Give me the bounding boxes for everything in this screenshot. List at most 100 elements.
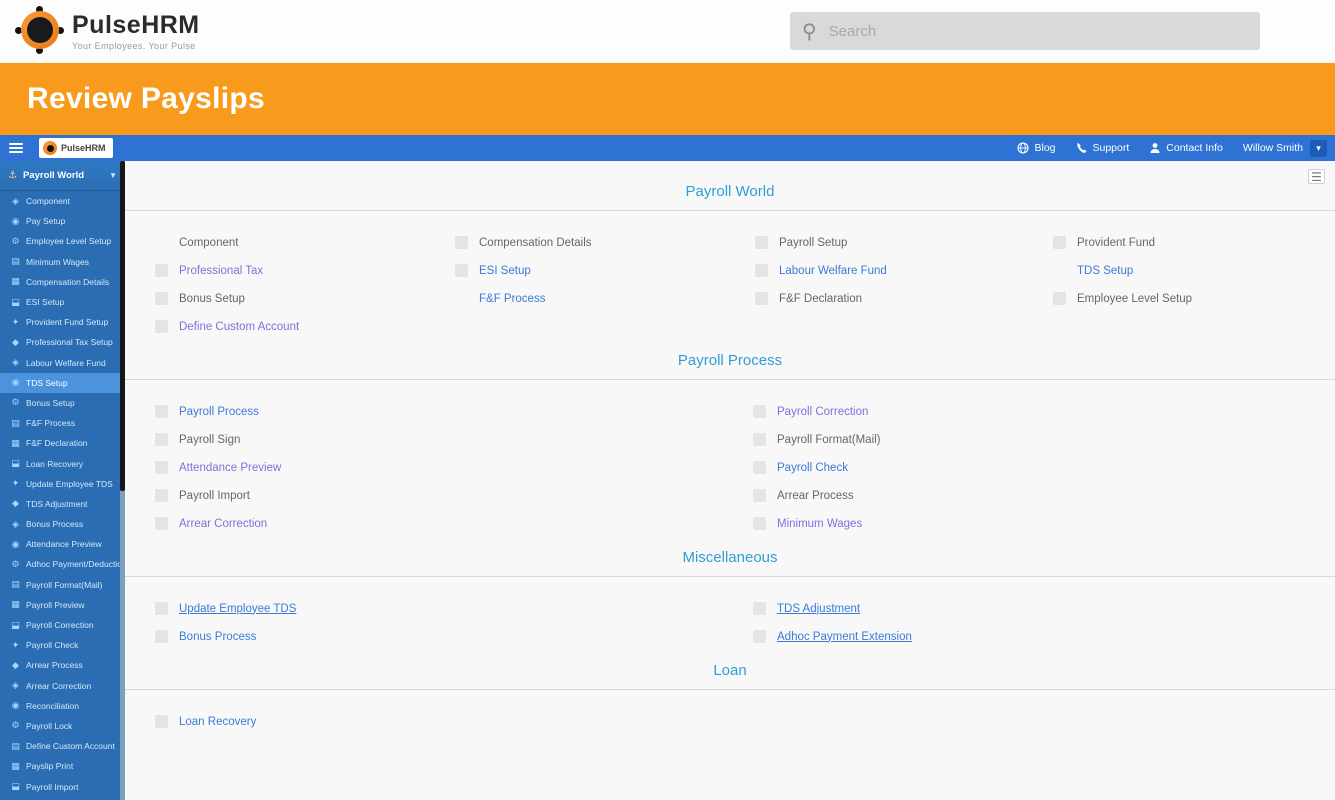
sidebar-item-label: Update Employee TDS <box>26 478 113 489</box>
file-icon <box>155 433 168 446</box>
sidebar-item-f-f-process[interactable]: ▤ F&F Process <box>0 413 125 433</box>
tds-adjustment-icon: ◆ <box>12 498 19 509</box>
sidebar-item-bonus-setup[interactable]: ⚙ Bonus Setup <box>0 393 125 413</box>
sidebar-item-bonus-process[interactable]: ◈ Bonus Process <box>0 514 125 534</box>
sidebar-item-payroll-check[interactable]: ✦ Payroll Check <box>0 635 125 655</box>
sidebar-item-payroll-import[interactable]: ⬓ Payroll Import <box>0 776 125 796</box>
sidebar-item-attendance-preview[interactable]: ◉ Attendance Preview <box>0 534 125 554</box>
sidebar-item-define-custom-account[interactable]: ▤ Define Custom Account <box>0 736 125 756</box>
link-item: F&F Declaration <box>755 289 1053 308</box>
sidebar-item-payroll-lock[interactable]: ⚙ Payroll Lock <box>0 716 125 736</box>
labour-welfare-icon: ◈ <box>12 357 19 368</box>
sidebar-item-reconciliation[interactable]: ◉ Reconciliation <box>0 696 125 716</box>
sidebar-item-payslip-print[interactable]: ▦ Payslip Print <box>0 756 125 776</box>
link-attendance-preview[interactable]: Attendance Preview <box>179 462 281 474</box>
link-payroll-setup[interactable]: Payroll Setup <box>779 237 847 249</box>
file-icon <box>155 461 168 474</box>
menu-toggle-icon[interactable] <box>9 143 23 153</box>
list-toggle-icon[interactable]: ☰ <box>1308 169 1325 184</box>
link-bonus-process[interactable]: Bonus Process <box>179 631 256 643</box>
link-item: Adhoc Payment Extension <box>753 627 1321 646</box>
payroll-check-icon: ✦ <box>11 639 20 650</box>
link-item: Bonus Process <box>155 627 753 646</box>
sidebar-item-label: Pay Setup <box>26 216 66 227</box>
sidebar-item-tds-adjustment[interactable]: ◆ TDS Adjustment <box>0 494 125 514</box>
link-arrear-correction[interactable]: Arrear Correction <box>179 518 267 530</box>
sidebar-item-label: Define Custom Account <box>26 741 115 752</box>
nav-link-contact-info[interactable]: Contact Info <box>1149 142 1223 154</box>
sidebar-item-labour-welfare-fund[interactable]: ◈ Labour Welfare Fund <box>0 353 125 373</box>
link-labour-welfare-fund[interactable]: Labour Welfare Fund <box>779 265 887 277</box>
link-payroll-check[interactable]: Payroll Check <box>777 462 848 474</box>
sidebar-item-arrear-correction[interactable]: ◈ Arrear Correction <box>0 676 125 696</box>
link-update-employee-tds[interactable]: Update Employee TDS <box>179 603 296 615</box>
link-adhoc-payment-extension[interactable]: Adhoc Payment Extension <box>777 631 912 643</box>
sidebar-item-compensation-details[interactable]: ▦ Compensation Details <box>0 272 125 292</box>
top-header: PulseHRM Your Employees. Your Pulse ⚲ <box>0 0 1335 63</box>
search-bar[interactable]: ⚲ <box>790 12 1260 50</box>
attendance-icon: ◉ <box>11 538 20 549</box>
navbar-brand-chip[interactable]: PulseHRM <box>39 138 113 158</box>
sidebar-item-label: Attendance Preview <box>26 539 102 550</box>
link-tds-setup[interactable]: TDS Setup <box>1077 265 1133 277</box>
link-provident-fund[interactable]: Provident Fund <box>1077 237 1155 249</box>
link-minimum-wages[interactable]: Minimum Wages <box>777 518 862 530</box>
nav-link-blog[interactable]: Blog <box>1017 142 1056 154</box>
sidebar-item-f-f-declaration[interactable]: ▦ F&F Declaration <box>0 433 125 453</box>
user-menu[interactable]: Willow Smith ▾ <box>1242 139 1327 157</box>
sidebar-item-label: Employee Level Setup <box>26 236 112 247</box>
sidebar-item-payroll-preview[interactable]: ▦ Payroll Preview <box>0 595 125 615</box>
link-item: Loan Recovery <box>155 712 753 731</box>
link-tds-adjustment[interactable]: TDS Adjustment <box>777 603 860 615</box>
pulsehrm-logo-icon <box>15 6 64 54</box>
divider <box>125 379 1335 380</box>
sidebar-item-payroll-correction[interactable]: ⬓ Payroll Correction <box>0 615 125 635</box>
link-payroll-import[interactable]: Payroll Import <box>179 490 250 502</box>
link-payroll-process[interactable]: Payroll Process <box>179 406 259 418</box>
sidebar-item-minimum-wages[interactable]: ▤ Minimum Wages <box>0 252 125 272</box>
link-define-custom-account[interactable]: Define Custom Account <box>179 321 299 333</box>
link-professional-tax[interactable]: Professional Tax <box>179 265 263 277</box>
link-compensation-details[interactable]: Compensation Details <box>479 237 592 249</box>
sidebar-item-payroll-world[interactable]: ⚓ Payroll World ▼ <box>0 161 125 191</box>
sidebar-item-adhoc-payment-deductions[interactable]: ⚙ Adhoc Payment/Deductions <box>0 554 125 574</box>
link-bonus-setup[interactable]: Bonus Setup <box>179 293 245 305</box>
sidebar-item-professional-tax-setup[interactable]: ◆ Professional Tax Setup <box>0 332 125 352</box>
sidebar-item-label: Reconciliation <box>26 700 79 711</box>
nav-link-support[interactable]: Support <box>1076 142 1129 154</box>
link-payroll-sign[interactable]: Payroll Sign <box>179 434 240 446</box>
nav-link-label: Contact Info <box>1166 142 1223 154</box>
sidebar-item-label: Provident Fund Setup <box>26 317 109 328</box>
sidebar-item-loan-recovery[interactable]: ⬓ Loan Recovery <box>0 453 125 473</box>
sidebar-item-label: Payroll Format(Mail) <box>26 579 103 590</box>
sidebar-item-employee-level-setup[interactable]: ⚙ Employee Level Setup <box>0 231 125 251</box>
navbar-links: Blog Support Contact Info Willow Smith ▾ <box>1017 139 1327 157</box>
link-item: Labour Welfare Fund <box>755 261 1053 280</box>
user-name: Willow Smith <box>1242 142 1303 154</box>
sidebar-item-esi-setup[interactable]: ⬓ ESI Setup <box>0 292 125 312</box>
sidebar-item-provident-fund-setup[interactable]: ✦ Provident Fund Setup <box>0 312 125 332</box>
divider <box>125 689 1335 690</box>
sidebar-item-pay-setup[interactable]: ◉ Pay Setup <box>0 211 125 231</box>
link-employee-level-setup[interactable]: Employee Level Setup <box>1077 293 1192 305</box>
link-payroll-format-mail[interactable]: Payroll Format(Mail) <box>777 434 881 446</box>
link-item: Component <box>155 233 455 252</box>
link-loan-recovery[interactable]: Loan Recovery <box>179 716 256 728</box>
fnf-declaration-icon: ▦ <box>11 437 20 448</box>
sidebar-item-tds-setup[interactable]: ◉ TDS Setup <box>0 372 125 393</box>
link-payroll-correction[interactable]: Payroll Correction <box>777 406 868 418</box>
section-title: Payroll Process <box>677 352 783 369</box>
sidebar-item-update-employee-tds[interactable]: ✦ Update Employee TDS <box>0 474 125 494</box>
link-esi-setup[interactable]: ESI Setup <box>479 265 531 277</box>
link-component[interactable]: Component <box>179 237 238 249</box>
user-dropdown-caret-icon[interactable]: ▾ <box>1310 139 1327 157</box>
sidebar-item-payroll-format-mail[interactable]: ▤ Payroll Format(Mail) <box>0 575 125 595</box>
link-f-f-process[interactable]: F&F Process <box>479 293 545 305</box>
search-input[interactable] <box>828 22 1248 40</box>
globe-icon <box>1017 142 1030 154</box>
sidebar-item-component[interactable]: ◈ Component <box>0 191 125 211</box>
link-arrear-process[interactable]: Arrear Process <box>777 490 854 502</box>
link-f-f-declaration[interactable]: F&F Declaration <box>779 293 862 305</box>
sidebar-item-arrear-process[interactable]: ◆ Arrear Process <box>0 655 125 675</box>
file-icon <box>1053 236 1066 249</box>
